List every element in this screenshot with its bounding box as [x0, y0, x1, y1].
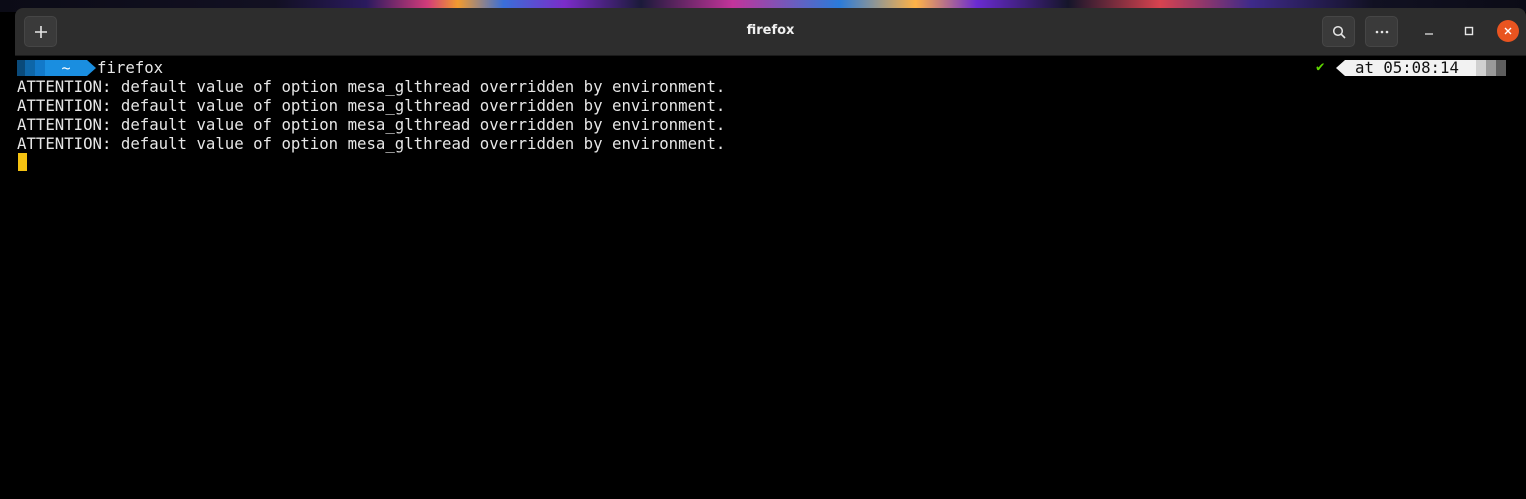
prompt-segment: [35, 60, 45, 76]
search-button[interactable]: [1322, 16, 1355, 47]
terminal-content[interactable]: ~ firefox ✔ at 05:08:14 ATTENTION: defau…: [17, 57, 1517, 499]
prompt-arrow: [87, 60, 96, 76]
prompt-command: firefox: [97, 58, 164, 77]
output-line: ATTENTION: default value of option mesa_…: [17, 96, 726, 115]
output-line: ATTENTION: default value of option mesa_…: [17, 115, 726, 134]
output-line: ATTENTION: default value of option mesa_…: [17, 77, 726, 96]
prompt-time: at 05:08:14: [1345, 60, 1476, 76]
prompt-tail-segment: [1476, 60, 1486, 76]
minimize-icon: [1425, 33, 1433, 35]
search-icon: [1332, 25, 1346, 39]
text-cursor: [18, 153, 27, 171]
minimize-button[interactable]: [1418, 20, 1440, 42]
close-icon: [1504, 27, 1512, 35]
prompt-tail-segment: [1496, 60, 1506, 76]
menu-button[interactable]: [1365, 16, 1398, 47]
status-check-icon: ✔: [1316, 59, 1325, 75]
prompt-segment: [25, 60, 35, 76]
maximize-button[interactable]: [1458, 20, 1480, 42]
output-line: ATTENTION: default value of option mesa_…: [17, 134, 726, 153]
prompt-directory: ~: [45, 60, 87, 76]
window-title: firefox: [746, 23, 795, 38]
prompt-line: ~ firefox ✔ at 05:08:14: [17, 58, 1517, 77]
title-bar[interactable]: firefox: [15, 8, 1526, 56]
prompt-tail-segment: [1486, 60, 1496, 76]
close-button[interactable]: [1497, 20, 1519, 42]
time-arrow: [1336, 60, 1345, 76]
ellipsis-icon: [1375, 30, 1388, 33]
maximize-icon: [1464, 26, 1474, 36]
prompt-segment: [17, 60, 25, 76]
